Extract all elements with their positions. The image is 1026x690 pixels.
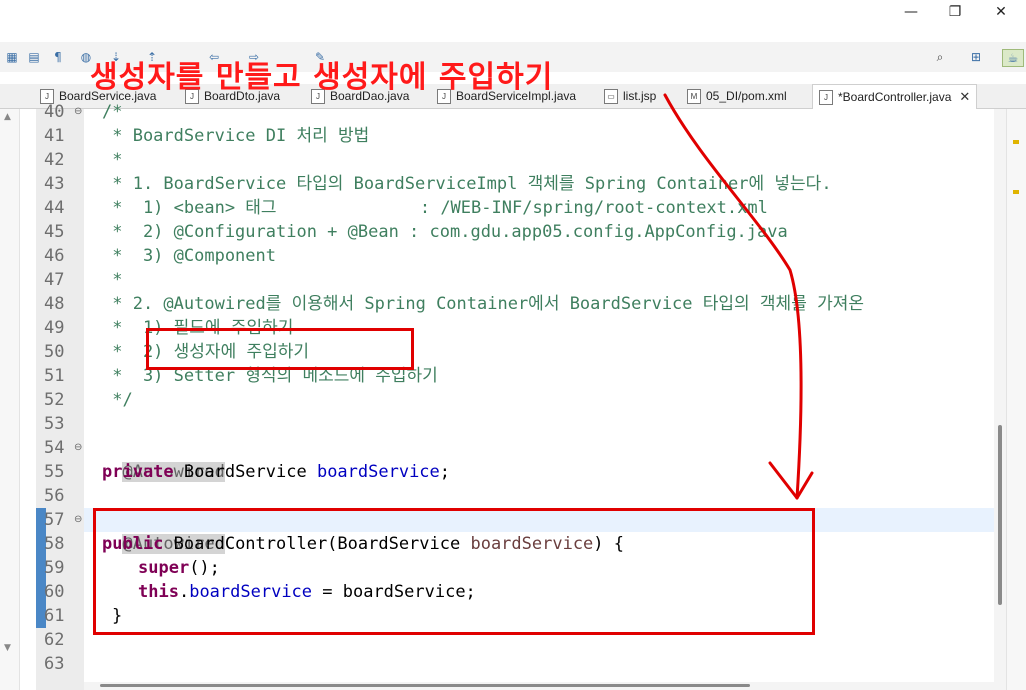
arrow-head [768,461,814,500]
arrow-shaft [663,93,803,500]
annotation-title: 생성자를 만들고 생성자에 주입하기 [90,60,554,95]
annotation-arrow [663,93,814,500]
